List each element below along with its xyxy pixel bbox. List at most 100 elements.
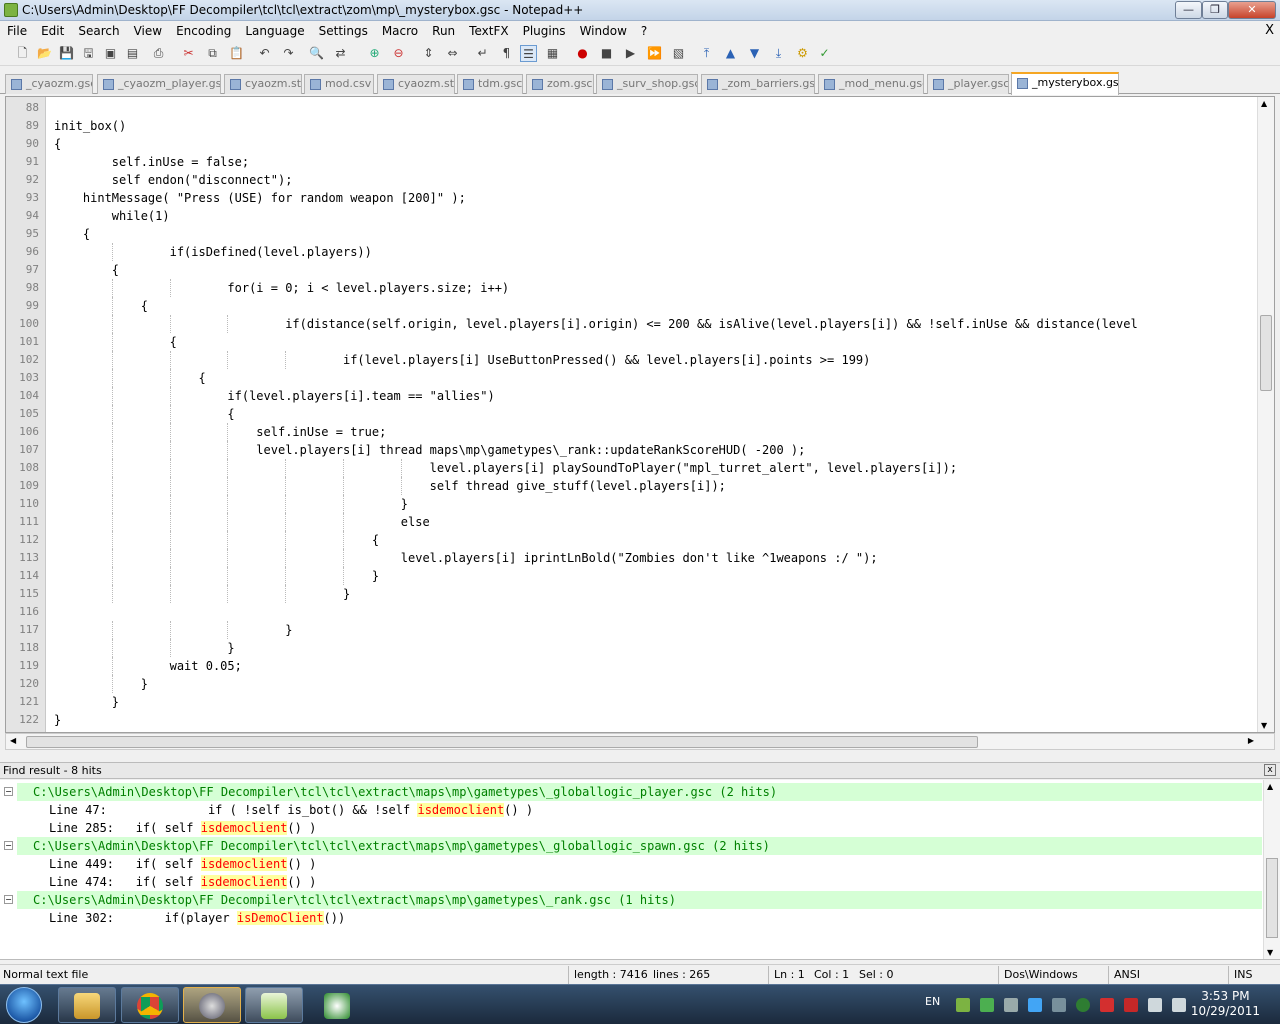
menu-encoding[interactable]: Encoding	[169, 21, 238, 42]
tray-steam-icon[interactable]	[1004, 998, 1018, 1012]
tab-zom-barriers-gsc[interactable]: _zom_barriers.gsc	[701, 74, 815, 94]
code-line[interactable]: {	[54, 297, 148, 315]
code-line[interactable]: }	[54, 675, 148, 693]
code-line[interactable]: for(i = 0; i < level.players.size; i++)	[54, 279, 509, 297]
move-down-icon[interactable]: ▼	[746, 45, 763, 62]
taskbar-chrome[interactable]	[121, 987, 179, 1023]
redo-icon[interactable]: ↷	[280, 45, 297, 62]
menu-window[interactable]: Window	[573, 21, 634, 42]
find-hit-row[interactable]: Line 47: if ( !self is_bot() && !self is…	[17, 801, 533, 819]
tray-app-icon[interactable]	[956, 998, 970, 1012]
tray-flag-icon[interactable]	[1100, 998, 1114, 1012]
find-hit-row[interactable]: Line 449: if( self isdemoclient() )	[17, 855, 316, 873]
menu-file[interactable]: File	[0, 21, 34, 42]
tab-cyaozm-str-2[interactable]: cyaozm.str	[377, 74, 455, 94]
code-line[interactable]: self.inUse = true;	[54, 423, 386, 441]
code-line[interactable]: {	[54, 261, 119, 279]
scrollbar-thumb[interactable]	[26, 736, 978, 748]
menu-plugins[interactable]: Plugins	[516, 21, 573, 42]
code-line[interactable]: init_box()	[54, 117, 126, 135]
tab-mysterybox-gsc[interactable]: _mysterybox.gsc	[1011, 72, 1119, 95]
collapse-icon[interactable]: −	[4, 895, 13, 904]
code-line[interactable]: }	[54, 693, 119, 711]
menu-view[interactable]: View	[127, 21, 169, 42]
scroll-up-icon[interactable]: ▲	[1261, 99, 1267, 108]
code-line[interactable]: level.players[i] iprintLnBold("Zombies d…	[54, 549, 878, 567]
indent-guide-icon[interactable]: ☰	[520, 45, 537, 62]
tab-zom-gsc[interactable]: zom.gsc	[526, 74, 594, 94]
editor-vertical-scrollbar[interactable]: ▲ ▼	[1257, 97, 1274, 732]
tab-cyaozm-gsc[interactable]: _cyaozm.gsc	[5, 74, 93, 94]
code-line[interactable]: }	[54, 567, 379, 585]
sync-vertical-icon[interactable]: ⇕	[420, 45, 437, 62]
collapse-icon[interactable]: −	[4, 841, 13, 850]
tab-tdm-gsc[interactable]: tdm.gsc	[457, 74, 523, 94]
start-button-icon[interactable]	[6, 987, 42, 1023]
code-line[interactable]: {	[54, 225, 90, 243]
tray-check-icon[interactable]	[980, 998, 994, 1012]
code-line[interactable]: {	[54, 405, 234, 423]
code-line[interactable]: self.inUse = false;	[54, 153, 249, 171]
taskbar-explorer[interactable]	[58, 987, 116, 1023]
plugin-icon[interactable]: ⚙	[794, 45, 811, 62]
spell-check-icon[interactable]: ✓	[816, 45, 833, 62]
find-hit-row[interactable]: Line 474: if( self isdemoclient() )	[17, 873, 316, 891]
find-hit-row[interactable]: Line 285: if( self isdemoclient() )	[17, 819, 316, 837]
tab-mod-csv[interactable]: mod.csv	[304, 74, 374, 94]
code-line[interactable]: else	[54, 513, 430, 531]
code-line[interactable]: {	[54, 135, 61, 153]
move-bottom-icon[interactable]: ⤓	[770, 45, 787, 62]
menu-textfx[interactable]: TextFX	[462, 21, 515, 42]
paste-icon[interactable]: 📋	[228, 45, 245, 62]
find-file-row[interactable]: C:\Users\Admin\Desktop\FF Decompiler\tcl…	[17, 891, 1262, 909]
save-macro-icon[interactable]: ▧	[670, 45, 687, 62]
menu-help[interactable]: ?	[634, 21, 654, 42]
show-all-chars-icon[interactable]: ¶	[498, 45, 515, 62]
scroll-down-icon[interactable]: ▼	[1261, 721, 1267, 730]
cut-icon[interactable]: ✂	[180, 45, 197, 62]
run-macro-multiple-icon[interactable]: ⏩	[646, 45, 663, 62]
move-top-icon[interactable]: ⤒	[698, 45, 715, 62]
sync-horizontal-icon[interactable]: ⇔	[444, 45, 461, 62]
editor-horizontal-scrollbar[interactable]: ◀ ▶	[5, 733, 1275, 750]
move-up-icon[interactable]: ▲	[722, 45, 739, 62]
minimize-button[interactable]: —	[1175, 1, 1202, 19]
taskbar-notepadpp[interactable]	[245, 987, 303, 1023]
find-icon[interactable]: 🔍	[308, 45, 325, 62]
scroll-down-icon[interactable]: ▼	[1267, 948, 1273, 957]
open-file-icon[interactable]: 📂	[36, 45, 53, 62]
copy-icon[interactable]: ⧉	[204, 45, 221, 62]
code-line[interactable]: wait 0.05;	[54, 657, 242, 675]
zoom-in-icon[interactable]: ⊕	[366, 45, 383, 62]
print-icon[interactable]: ⎙	[150, 45, 167, 62]
code-line[interactable]: }	[54, 585, 350, 603]
replace-icon[interactable]: ⇄	[332, 45, 349, 62]
tray-utorrent-icon[interactable]	[1076, 998, 1090, 1012]
menu-search[interactable]: Search	[71, 21, 126, 42]
language-indicator[interactable]: EN	[925, 995, 940, 1008]
code-line[interactable]: {	[54, 333, 177, 351]
tray-network-icon[interactable]	[1148, 998, 1162, 1012]
word-wrap-icon[interactable]: ↵	[474, 45, 491, 62]
stop-macro-icon[interactable]: ■	[598, 45, 615, 62]
close-window-button[interactable]: ✕	[1228, 1, 1276, 19]
tray-antivirus-icon[interactable]	[1124, 998, 1138, 1012]
code-line[interactable]: {	[54, 531, 379, 549]
code-line[interactable]: level.players[i] thread maps\mp\gametype…	[54, 441, 805, 459]
tab-surv-shop-gsc[interactable]: _surv_shop.gsc	[596, 74, 698, 94]
find-result-panel[interactable]: − C:\Users\Admin\Desktop\FF Decompiler\tc…	[0, 780, 1280, 960]
menu-settings[interactable]: Settings	[312, 21, 375, 42]
code-line[interactable]: if(distance(self.origin, level.players[i…	[54, 315, 1138, 333]
tab-cyaozm-player-gsc[interactable]: _cyaozm_player.gsc	[97, 74, 221, 94]
code-line[interactable]: if(isDefined(level.players))	[54, 243, 372, 261]
scroll-up-icon[interactable]: ▲	[1267, 782, 1273, 791]
collapse-icon[interactable]: −	[4, 787, 13, 796]
close-file-icon[interactable]: ▣	[102, 45, 119, 62]
menu-edit[interactable]: Edit	[34, 21, 71, 42]
volume-icon[interactable]	[1172, 998, 1186, 1012]
code-line[interactable]: hintMessage( "Press (USE) for random wea…	[54, 189, 466, 207]
find-hit-row[interactable]: Line 302: if(player isDemoClient())	[17, 909, 345, 927]
close-all-icon[interactable]: ▤	[124, 45, 141, 62]
taskbar-steam[interactable]	[183, 987, 241, 1023]
code-line[interactable]: self endon("disconnect");	[54, 171, 293, 189]
